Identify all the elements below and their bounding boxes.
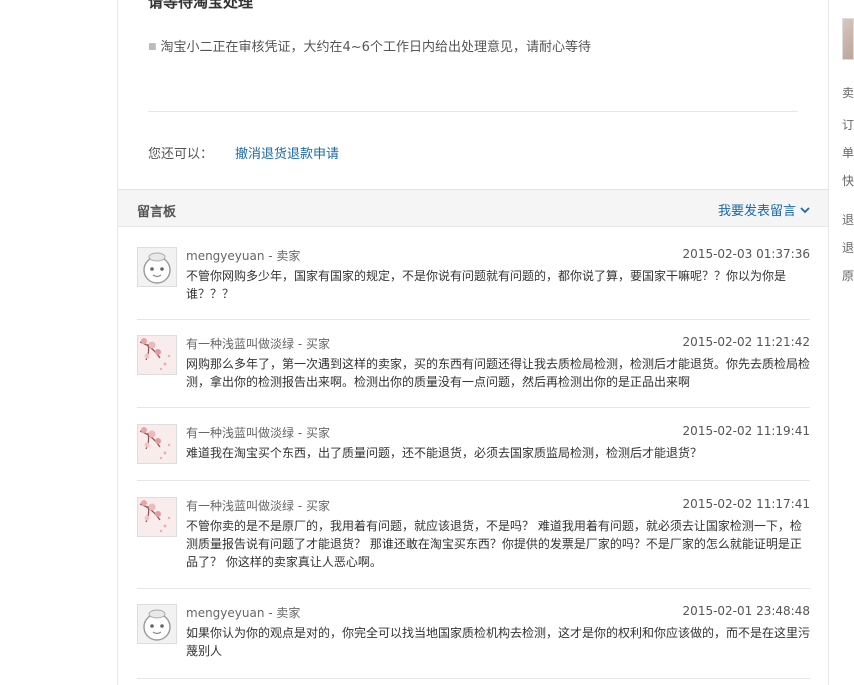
seller-avatar <box>137 604 177 644</box>
post-message-label: 我要发表留言 <box>717 204 796 219</box>
bullet-icon: ■ <box>148 42 157 52</box>
message-time: 2015-02-02 11:19:41 <box>682 424 810 438</box>
also-label: 您还可以： <box>148 147 214 162</box>
mascot-icon <box>143 609 171 641</box>
cherry-blossom-icon <box>139 427 171 460</box>
sidebar-item: 卖 <box>842 86 854 100</box>
message-item: mengyeyuan - 卖家 2015-02-03 01:37:36 不管你网… <box>137 247 810 320</box>
product-thumbnail[interactable] <box>842 18 854 60</box>
cherry-blossom-icon <box>139 500 171 533</box>
message-time: 2015-02-01 23:48:48 <box>682 604 810 618</box>
message-author: mengyeyuan - 卖家 <box>186 606 301 620</box>
sidebar-item: 快 <box>842 174 854 188</box>
mascot-icon <box>143 252 171 284</box>
message-item: mengyeyuan - 卖家 2015-02-01 23:48:48 如果你认… <box>137 604 810 679</box>
review-note: ■ 淘宝小二正在审核凭证，大约在4~6个工作日内给出处理意见，请耐心等待 <box>148 36 591 55</box>
post-message-button[interactable]: 我要发表留言 <box>718 200 810 219</box>
buyer-avatar <box>137 497 177 537</box>
message-item: 有一种浅蓝叫做淡绿 - 买家 2015-02-02 11:19:41 难道我在淘… <box>137 424 810 481</box>
message-content: 难道我在淘宝买个东西，出了质量问题，还不能退货，必须去国家质监局检测，检测后才能… <box>186 446 703 460</box>
buyer-avatar <box>137 335 177 375</box>
message-author: 有一种浅蓝叫做淡绿 - 买家 <box>186 499 330 513</box>
message-time: 2015-02-02 11:21:42 <box>682 335 810 349</box>
message-board-title: 留言板 <box>137 205 177 220</box>
review-note-text: 淘宝小二正在审核凭证，大约在4~6个工作日内给出处理意见，请耐心等待 <box>160 40 591 55</box>
message-item: 有一种浅蓝叫做淡绿 - 买家 2015-02-02 11:21:42 网购那么多… <box>137 335 810 408</box>
refund-detail-panel: 请等待淘宝处理 ■ 淘宝小二正在审核凭证，大约在4~6个工作日内给出处理意见，请耐… <box>117 0 829 685</box>
message-time: 2015-02-02 11:17:41 <box>682 497 810 511</box>
cherry-blossom-icon <box>139 338 171 371</box>
message-board-header: 留言板 我要发表留言 <box>118 189 828 227</box>
also-actions: 您还可以： 撤消退货退款申请 <box>148 143 339 162</box>
message-content: 如果你认为你的观点是对的，你完全可以找当地国家质检机构去检测，这才是你的权利和你… <box>186 626 811 658</box>
buyer-avatar <box>137 424 177 464</box>
message-content: 网购那么多年了，第一次遇到这样的卖家，买的东西有问题还得让我去质检局检测，检测后… <box>186 357 811 389</box>
message-content: 不管你网购多少年，国家有国家的规定，不是你说有问题就有问题的，都你说了算，要国家… <box>186 269 787 301</box>
sidebar-item: 订 <box>842 118 854 132</box>
sidebar-item: 退 <box>842 213 854 227</box>
seller-avatar <box>137 247 177 287</box>
message-author: 有一种浅蓝叫做淡绿 - 买家 <box>186 426 330 440</box>
sidebar-item: 退 <box>842 241 854 255</box>
divider <box>148 111 798 112</box>
message-item: 有一种浅蓝叫做淡绿 - 买家 2015-02-02 11:17:41 不管你卖的… <box>137 497 810 589</box>
message-author: 有一种浅蓝叫做淡绿 - 买家 <box>186 337 330 351</box>
section-title: 请等待淘宝处理 <box>148 0 254 11</box>
sidebar-item: 单 <box>842 146 854 160</box>
message-content: 不管你卖的是不是原厂的，我用着有问题，就应该退货，不是吗？ 难道我用着有问题，就… <box>186 519 802 569</box>
order-sidebar: 卖 订 单 快 退 退 原 <box>842 0 854 685</box>
cancel-refund-link[interactable]: 撤消退货退款申请 <box>235 147 339 162</box>
sidebar-item: 原 <box>842 269 854 283</box>
message-author: mengyeyuan - 卖家 <box>186 249 301 263</box>
chevron-down-icon <box>800 203 810 218</box>
message-time: 2015-02-03 01:37:36 <box>682 247 810 261</box>
